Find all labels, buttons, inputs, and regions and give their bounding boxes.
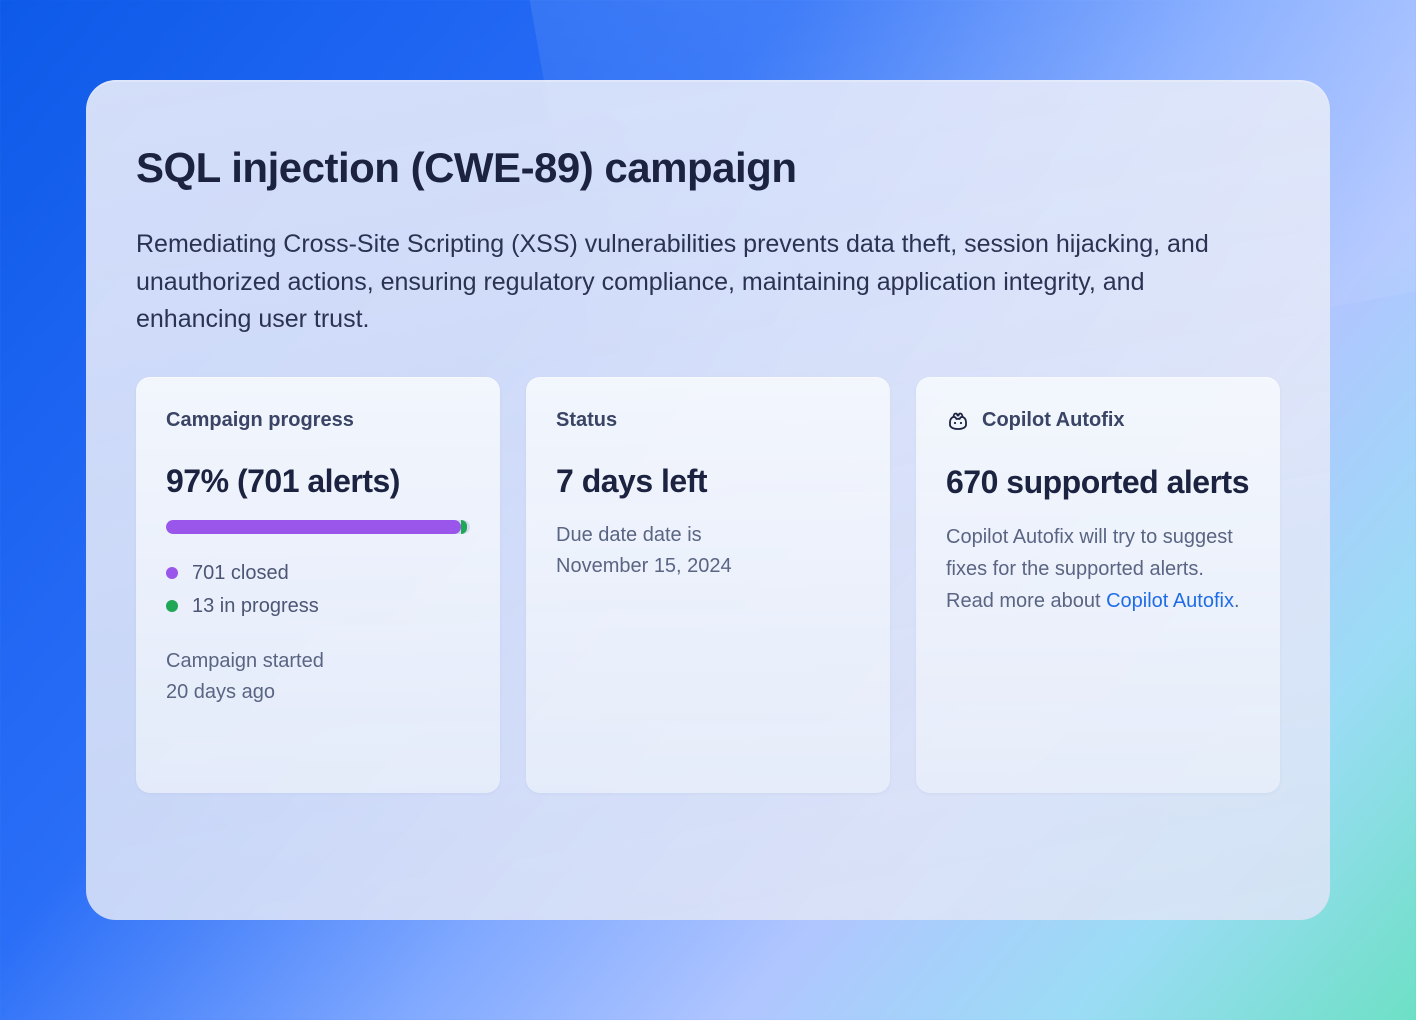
progress-fill-inprogress <box>461 520 467 534</box>
card-status: Status 7 days left Due date date is Nove… <box>526 377 890 793</box>
legend-closed-text: 701 closed <box>192 562 289 585</box>
campaign-started-line2: 20 days ago <box>166 681 275 703</box>
autofix-link[interactable]: Copilot Autofix <box>1106 590 1234 612</box>
card-autofix: Copilot Autofix 670 supported alerts Cop… <box>916 377 1280 793</box>
progress-fill-closed <box>166 520 461 534</box>
card-autofix-label: Copilot Autofix <box>982 409 1125 432</box>
cards-row: Campaign progress 97% (701 alerts) 701 c… <box>136 377 1280 793</box>
autofix-body-suffix: . <box>1234 590 1240 612</box>
campaign-panel: SQL injection (CWE-89) campaign Remediat… <box>86 80 1330 920</box>
status-headline: 7 days left <box>556 462 860 500</box>
card-autofix-label-row: Copilot Autofix <box>946 409 1250 433</box>
progress-bar <box>166 520 470 534</box>
copilot-icon <box>946 409 970 433</box>
status-due-line2: November 15, 2024 <box>556 555 732 577</box>
campaign-started-line1: Campaign started <box>166 650 324 672</box>
legend-closed: 701 closed <box>166 562 470 585</box>
campaign-started: Campaign started 20 days ago <box>166 646 470 708</box>
campaign-description: Remediating Cross-Site Scripting (XSS) v… <box>136 226 1216 339</box>
autofix-body: Copilot Autofix will try to suggest fixe… <box>946 521 1250 617</box>
dot-closed-icon <box>166 567 178 579</box>
progress-headline: 97% (701 alerts) <box>166 462 470 500</box>
dot-inprogress-icon <box>166 600 178 612</box>
status-due: Due date date is November 15, 2024 <box>556 520 860 582</box>
legend-inprogress-text: 13 in progress <box>192 595 319 618</box>
legend-inprogress: 13 in progress <box>166 595 470 618</box>
status-due-line1: Due date date is <box>556 524 702 546</box>
card-status-label: Status <box>556 409 860 432</box>
page-title: SQL injection (CWE-89) campaign <box>136 144 1280 192</box>
progress-legend: 701 closed 13 in progress <box>166 562 470 618</box>
autofix-headline: 670 supported alerts <box>946 463 1250 501</box>
card-progress-label: Campaign progress <box>166 409 470 432</box>
card-progress: Campaign progress 97% (701 alerts) 701 c… <box>136 377 500 793</box>
